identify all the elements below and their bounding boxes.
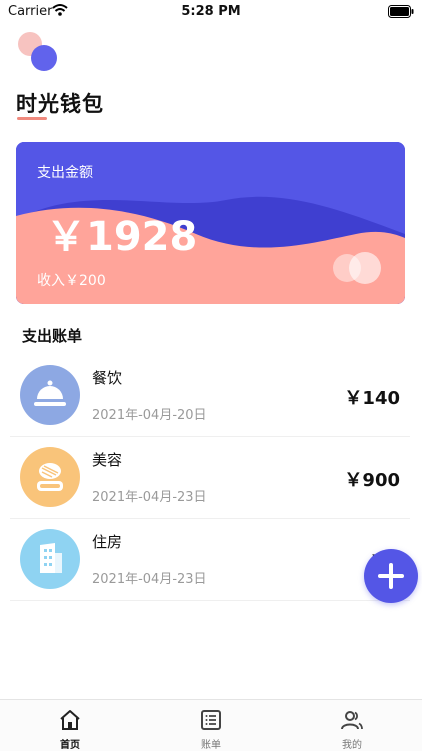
expense-summary-card: 支出金额 ￥1928 收入￥200 (16, 142, 405, 304)
income-label: 收入￥200 (37, 273, 106, 289)
bill-date: 2021年-04月-23日 (92, 572, 207, 587)
status-time: 5:28 PM (181, 4, 241, 19)
bill-category: 餐饮 (92, 369, 123, 387)
building-icon (40, 543, 62, 573)
bill-icon-circle (20, 365, 80, 425)
bill-category: 美容 (92, 451, 123, 469)
cosmetic-compact-icon (37, 463, 63, 491)
card-decoration-icon (333, 252, 381, 284)
bill-amount: ￥900 (344, 470, 400, 491)
status-bar: Carrier 5:28 PM (0, 0, 422, 24)
add-bill-button[interactable] (364, 549, 418, 603)
tab-bills[interactable]: 账单 (141, 700, 281, 751)
plus-icon (378, 563, 404, 589)
expense-label: 支出金额 (37, 165, 93, 181)
users-icon (341, 711, 363, 730)
expense-amount: ￥1928 (46, 214, 198, 260)
tab-label: 我的 (342, 740, 362, 751)
bill-icon-circle (20, 529, 80, 589)
app-title: 时光钱包 (16, 92, 104, 116)
bill-item[interactable]: 餐饮 2021年-04月-20日 ￥140 (10, 355, 410, 437)
bill-date: 2021年-04月-23日 (92, 490, 207, 505)
bill-item[interactable]: 住房 2021年-04月-23日 ￥8 (10, 519, 410, 601)
bill-category: 住房 (92, 533, 123, 551)
tab-profile[interactable]: 我的 (282, 700, 422, 751)
bill-item[interactable]: 美容 2021年-04月-23日 ￥900 (10, 437, 410, 519)
tab-home[interactable]: 首页 (0, 700, 140, 751)
tab-bar: 首页 账单 我的 (0, 699, 422, 751)
bill-icon-circle (20, 447, 80, 507)
title-underline (17, 117, 47, 120)
bill-list: 餐饮 2021年-04月-20日 ￥140 美容 2021年-04月-23日 ￥… (10, 355, 410, 601)
battery-icon (388, 5, 414, 18)
tab-label: 首页 (60, 740, 80, 751)
list-icon (201, 710, 221, 730)
bill-amount: ￥140 (344, 388, 400, 409)
tab-label: 账单 (201, 740, 221, 751)
bill-date: 2021年-04月-20日 (92, 408, 207, 423)
cloche-icon (34, 380, 66, 406)
app-logo-icon (18, 32, 57, 71)
home-icon (60, 710, 80, 730)
bill-section-title: 支出账单 (22, 327, 83, 345)
